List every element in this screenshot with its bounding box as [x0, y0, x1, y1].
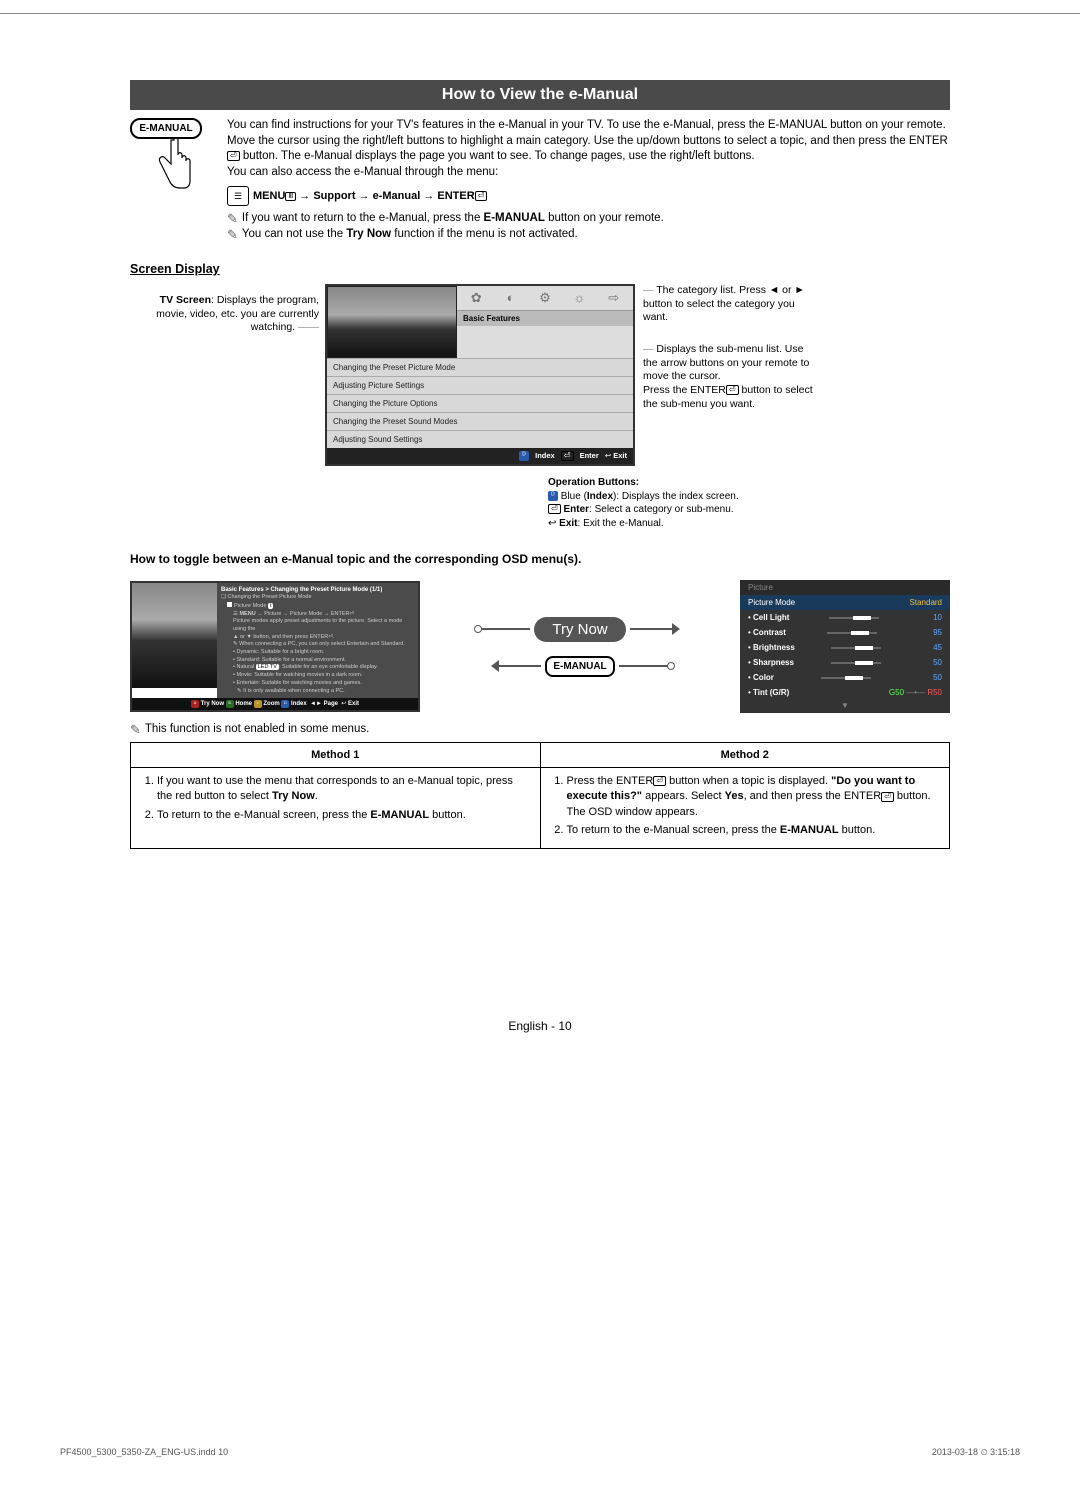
category-list-callout: — The category list. Press ◄ or ► button…	[643, 284, 820, 325]
enter-icon: ⏎	[227, 151, 240, 161]
osd-setting-row: • Cell Light10	[740, 610, 950, 625]
method2-header: Method 2	[540, 743, 950, 768]
arrow-left-circ	[482, 628, 530, 630]
print-timestamp: 2013-03-18 ⏲ 3:15:18	[932, 1447, 1020, 1458]
right-callouts: — The category list. Press ◄ or ► button…	[635, 284, 820, 429]
emanual-arrow-group: E-MANUAL	[493, 656, 666, 677]
menu-path: ☰ MENUⅢ → Support → e-Manual → ENTER⏎	[227, 186, 950, 206]
osd-tint-row: • Tint (G/R)G50 —•— R50	[740, 685, 950, 700]
enter-icon: ⏎	[726, 385, 739, 395]
note-trynow-inactive: ✎ You can not use the Try Now function i…	[227, 228, 950, 241]
intro-paragraph: You can find instructions for your TV's …	[227, 118, 950, 165]
category-icon: ⚙	[535, 290, 555, 306]
osd-picture-mode-row: Picture ModeStandard	[740, 595, 950, 610]
enter-icon: ⏎	[653, 776, 666, 786]
intro-text-block: You can find instructions for your TV's …	[227, 118, 950, 244]
submenu-row: Changing the Picture Options	[327, 394, 633, 412]
enter-icon: ⏎	[881, 792, 894, 802]
note-not-enabled: ✎ This function is not enabled in some m…	[130, 723, 950, 736]
manual-page: How to View the e-Manual E-MANUAL You ca…	[0, 0, 1080, 1494]
print-meta-footer: PF4500_5300_5350-ZA_ENG-US.indd 10 2013-…	[60, 1447, 1020, 1458]
intro-menu-access: You can also access the e-Manual through…	[227, 165, 950, 181]
emanual-remote-illustration: E-MANUAL	[130, 118, 215, 244]
method1-step2: To return to the e-Manual screen, press …	[157, 808, 530, 823]
note-icon: ✎	[227, 228, 238, 241]
method2-step2: To return to the e-Manual screen, press …	[567, 823, 940, 838]
submenu-row: Changing the Preset Picture Mode	[327, 358, 633, 376]
tv-screen-callout: TV Screen: Displays the program, movie, …	[130, 284, 325, 335]
screen-display-diagram: TV Screen: Displays the program, movie, …	[130, 284, 950, 466]
enter-icon: ⏎	[548, 504, 561, 514]
arrow-right-circ	[619, 665, 667, 667]
note-icon: ✎	[130, 723, 141, 736]
category-icon-row: ✿ ◐ ⚙ ☼ ⇨	[457, 286, 633, 310]
page-title: How to View the e-Manual	[130, 80, 950, 110]
osd-setting-row: • Color50	[740, 670, 950, 685]
method1-header: Method 1	[131, 743, 541, 768]
osd-down-arrow-icon: ▼	[740, 700, 950, 713]
page-crop-mark	[0, 0, 1080, 14]
submenu-row: Adjusting Picture Settings	[327, 376, 633, 394]
tv-preview-thumbnail	[327, 286, 457, 358]
page-number-footer: English - 10	[130, 1019, 950, 1033]
method2-cell: Press the ENTER⏎ button when a topic is …	[540, 768, 950, 849]
osd-setting-row: • Sharpness50	[740, 655, 950, 670]
blue-d-icon: ᴰ	[548, 491, 558, 501]
remote-menu-icon: ☰	[227, 186, 249, 206]
indd-filename: PF4500_5300_5350-ZA_ENG-US.indd 10	[60, 1447, 228, 1458]
category-icon: ✿	[466, 290, 486, 306]
operation-buttons-block: Operation Buttons: ᴰ Blue (Index): Displ…	[548, 476, 950, 530]
arrow-right	[630, 628, 678, 630]
enter-icon: ⏎	[475, 191, 488, 201]
method2-step1: Press the ENTER⏎ button when a topic is …	[567, 774, 940, 820]
arrow-column: Try Now E-MANUAL	[482, 617, 677, 677]
category-icon: ◐	[501, 290, 521, 306]
emanual-badge: E-MANUAL	[545, 656, 614, 677]
tv-preview-thumbnail	[132, 583, 217, 688]
method1-step1: If you want to use the menu that corresp…	[157, 774, 530, 805]
category-icon: ⇨	[604, 290, 624, 306]
ui-footer-buttons: ᴰ Index ⏎ Enter ↩ Exit	[327, 448, 633, 464]
topic-footer: ᴬ Try Now ᴮ Home ᶜ Zoom ᴰ Index ◄► Page …	[132, 698, 418, 710]
emanual-ui-mock: ✿ ◐ ⚙ ☼ ⇨ Basic Features Changing the Pr…	[325, 284, 635, 466]
submenu-row: Adjusting Sound Settings	[327, 430, 633, 448]
topic-content: Basic Features > Changing the Preset Pic…	[217, 583, 418, 698]
osd-picture-menu-mock: Picture Picture ModeStandard • Cell Ligh…	[740, 580, 950, 713]
submenu-row: Changing the Preset Sound Modes	[327, 412, 633, 430]
emanual-topic-mock: Basic Features > Changing the Preset Pic…	[130, 581, 420, 712]
submenu-list-callout: — Displays the sub-menu list. Use the ar…	[643, 343, 820, 411]
toggle-diagram: Basic Features > Changing the Preset Pic…	[130, 580, 950, 713]
menu-m-icon: Ⅲ	[285, 192, 296, 201]
category-label: Basic Features	[457, 310, 633, 326]
note-return-emanual: ✎ If you want to return to the e-Manual,…	[227, 212, 950, 225]
screen-display-heading: Screen Display	[130, 262, 950, 276]
note-icon: ✎	[227, 212, 238, 225]
arrow-left	[493, 665, 541, 667]
method1-cell: If you want to use the menu that corresp…	[131, 768, 541, 849]
category-icon: ☼	[569, 290, 589, 306]
hand-pressing-icon	[153, 135, 193, 195]
try-now-badge: Try Now	[534, 617, 625, 642]
trynow-arrow-group: Try Now	[482, 617, 677, 642]
osd-setting-row: • Contrast95	[740, 625, 950, 640]
osd-header: Picture	[740, 580, 950, 595]
toggle-heading: How to toggle between an e-Manual topic …	[130, 552, 950, 566]
osd-setting-row: • Brightness45	[740, 640, 950, 655]
methods-table: Method 1 Method 2 If you want to use the…	[130, 742, 950, 849]
intro-section: E-MANUAL You can find instructions for y…	[130, 118, 950, 244]
